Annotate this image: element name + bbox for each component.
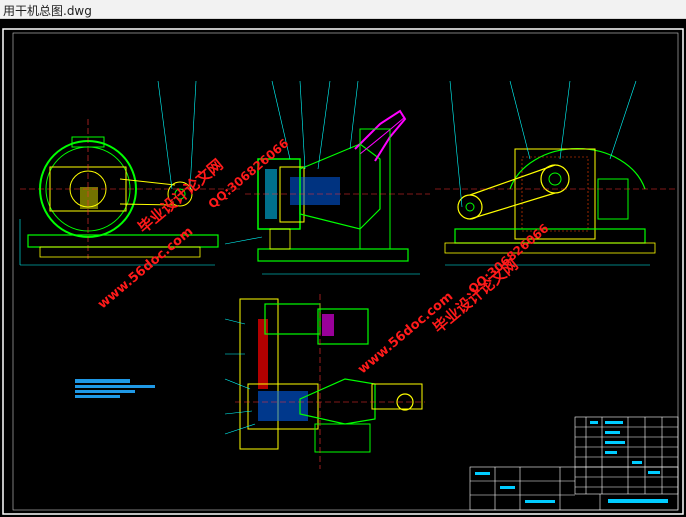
window-title: 用干机总图.dwg	[3, 4, 92, 18]
cad-drawing-viewport[interactable]: 毕业设计论文网 QQ:306826066 www.56doc.com 毕业设计论…	[0, 19, 686, 517]
window-titlebar: 用干机总图.dwg	[0, 0, 686, 19]
canvas-background	[0, 19, 686, 517]
cad-drawing-canvas	[0, 19, 686, 517]
